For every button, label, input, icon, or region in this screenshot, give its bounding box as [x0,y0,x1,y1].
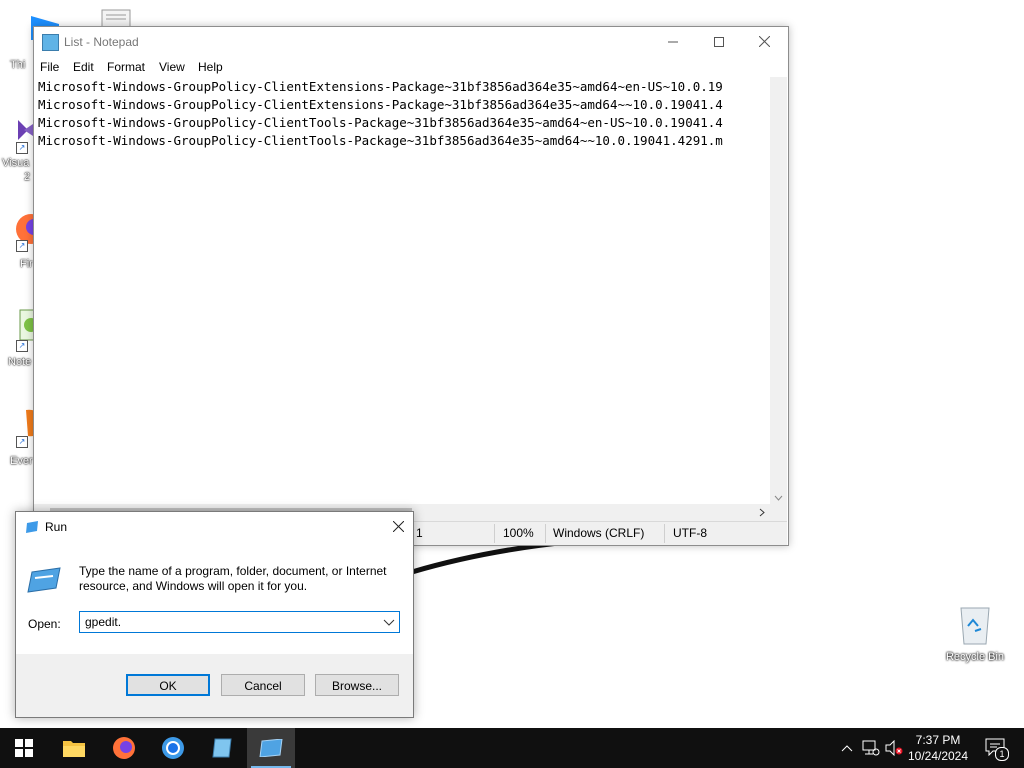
menu-file[interactable]: File [40,60,59,74]
run-title: Run [45,520,68,534]
clock-date: 10/24/2024 [907,749,969,763]
windows-logo-icon [15,739,33,757]
recycle-bin-label: Recycle Bin [945,651,1005,663]
menu-view[interactable]: View [159,60,185,74]
action-center-button[interactable]: 1 [980,728,1024,768]
status-encoding: UTF-8 [673,526,707,540]
status-divider [545,524,546,543]
notepad-app-icon [42,34,59,51]
text-line: Microsoft-Windows-GroupPolicy-ClientTool… [38,133,723,148]
firefox-icon [113,737,135,759]
scroll-right-icon[interactable] [756,504,768,521]
scroll-down-icon [774,495,783,501]
status-line-ending: Windows (CRLF) [553,526,645,540]
volume-muted-icon[interactable] [885,740,903,756]
text-line: Microsoft-Windows-GroupPolicy-ClientExte… [38,79,723,94]
run-title-bar[interactable]: Run [16,512,413,542]
run-icon [259,739,283,757]
minimize-icon [668,41,678,43]
ok-button[interactable]: OK [126,674,210,696]
document-icon [101,9,131,29]
desktop-icon-label: Visua [2,157,30,169]
cancel-button[interactable]: Cancel [221,674,305,696]
start-button[interactable] [0,728,48,768]
scrollbar-corner [770,504,787,521]
taskbar-clock[interactable]: 7:37 PM 10/24/2024 [906,732,970,764]
shortcut-arrow-icon: ↗ [16,142,28,154]
status-divider [664,524,665,543]
run-body: Type the name of a program, folder, docu… [16,542,413,654]
status-position: 1 [416,526,423,540]
notepad-window[interactable]: List - Notepad File Edit Format View Hel… [33,26,789,546]
window-title: List - Notepad [64,35,139,49]
maximize-icon [714,37,724,47]
taskbar: 7:37 PM 10/24/2024 1 [0,728,1024,768]
menu-help[interactable]: Help [198,60,223,74]
status-divider [494,524,495,543]
maximize-button[interactable] [696,27,742,57]
shortcut-arrow-icon: ↗ [16,340,28,352]
run-dialog[interactable]: Run Type the name of a program, folder, … [15,511,414,718]
open-label: Open: [28,617,61,631]
close-icon [758,35,770,48]
taskbar-firefox[interactable] [100,728,148,768]
run-description: Type the name of a program, folder, docu… [79,564,387,593]
recycle-bin-icon [960,607,990,645]
shortcut-arrow-icon: ↗ [16,240,28,252]
vertical-scrollbar[interactable] [770,77,787,504]
notification-badge: 1 [995,747,1009,761]
menu-bar: File Edit Format View Help [34,57,788,77]
chevron-down-icon[interactable] [383,619,395,627]
text-line: Microsoft-Windows-GroupPolicy-ClientExte… [38,97,723,112]
status-zoom: 100% [503,526,534,540]
taskbar-notepad[interactable] [198,728,246,768]
taskbar-chrome[interactable] [149,728,197,768]
minimize-button[interactable] [650,27,696,57]
run-app-icon [26,521,38,533]
clock-time: 7:37 PM [915,733,961,747]
menu-format[interactable]: Format [107,60,145,74]
close-icon [392,520,404,533]
open-input[interactable]: gpedit. [79,611,400,633]
network-icon[interactable] [862,740,880,756]
notepad-icon [212,738,232,758]
taskbar-run[interactable] [247,728,295,768]
text-editor[interactable]: Microsoft-Windows-GroupPolicy-ClientExte… [34,77,770,504]
chrome-icon [162,737,184,759]
text-line: Microsoft-Windows-GroupPolicy-ClientTool… [38,115,723,130]
menu-edit[interactable]: Edit [73,60,94,74]
browse-button[interactable]: Browse... [315,674,399,696]
folder-icon [63,741,85,757]
close-button[interactable] [741,27,787,57]
notepad-title-bar[interactable]: List - Notepad [34,27,788,57]
open-input-value: gpedit. [85,615,122,629]
desktop-icon-recycle-bin[interactable]: Recycle Bin [942,604,1008,668]
run-close-button[interactable] [383,512,413,542]
run-program-icon [27,567,61,593]
chevron-up-icon[interactable] [841,744,853,752]
desktop-icon-label: Fir [20,258,33,270]
taskbar-file-explorer[interactable] [50,728,98,768]
shortcut-arrow-icon: ↗ [16,436,28,448]
